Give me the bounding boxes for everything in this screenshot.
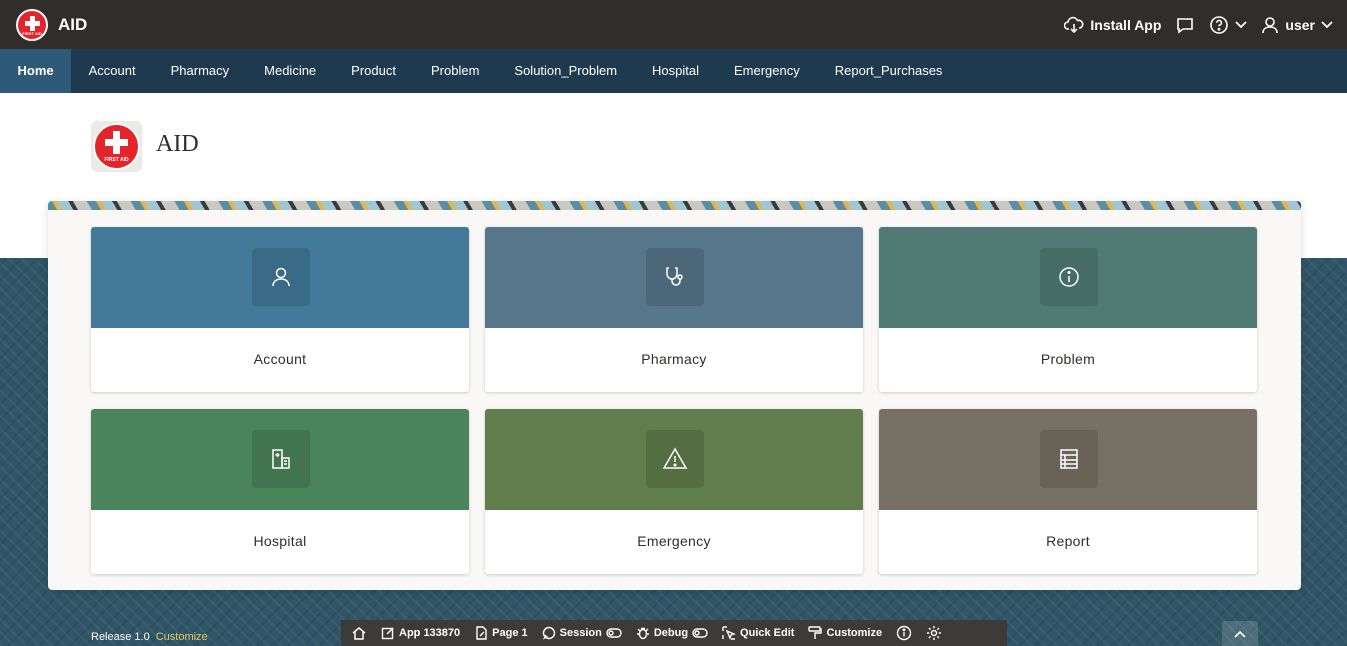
- nav-item-solution-problem[interactable]: Solution_Problem: [497, 49, 635, 93]
- card-label: Pharmacy: [641, 351, 707, 367]
- cloud-download-icon: [1064, 16, 1084, 33]
- dev-quick-edit-button[interactable]: Quick Edit: [722, 626, 794, 640]
- top-header: FIRST AID AID Install App user: [0, 0, 1347, 49]
- session-icon: [542, 626, 555, 640]
- dev-quick-edit-label: Quick Edit: [740, 627, 795, 639]
- card-hospital[interactable]: Hospital: [91, 409, 469, 574]
- card-pharmacy[interactable]: Pharmacy: [485, 227, 863, 392]
- nav-item-medicine[interactable]: Medicine: [247, 49, 334, 93]
- feedback-button[interactable]: [1175, 16, 1195, 34]
- user-menu-button[interactable]: user: [1261, 16, 1333, 34]
- release-version: Release 1.0: [91, 631, 150, 643]
- card-icon-box: [252, 430, 310, 488]
- nav-item-problem[interactable]: Problem: [413, 49, 496, 93]
- edit-icon: [381, 627, 394, 640]
- card-icon-box: [1040, 430, 1098, 488]
- nav-item-hospital[interactable]: Hospital: [635, 49, 717, 93]
- user-label: user: [1285, 16, 1315, 33]
- nav-item-product[interactable]: Product: [334, 49, 414, 93]
- chevron-up-icon: [1234, 630, 1246, 638]
- help-icon: [1210, 15, 1229, 34]
- card-icon-box: [1040, 248, 1098, 306]
- nav-item-report-purchases[interactable]: Report_Purchases: [817, 49, 960, 93]
- chevron-down-icon: [1235, 20, 1248, 28]
- app-logo[interactable]: FIRST AID: [16, 8, 48, 41]
- chevron-down-icon: [1321, 20, 1333, 28]
- install-app-button[interactable]: Install App: [1064, 16, 1161, 34]
- card-label: Hospital: [253, 533, 307, 549]
- card-report[interactable]: Report: [879, 409, 1257, 574]
- cursor-select-icon: [722, 626, 737, 640]
- dev-page-button[interactable]: Page 1: [474, 626, 528, 640]
- card-label: Problem: [1040, 351, 1096, 367]
- chat-icon: [1177, 17, 1194, 34]
- gear-icon: [927, 626, 942, 640]
- card-account[interactable]: Account: [91, 227, 469, 392]
- app-title[interactable]: AID: [58, 15, 87, 35]
- stethoscope-icon: [666, 267, 683, 286]
- dev-session-label: Session: [559, 627, 602, 639]
- dev-app-button[interactable]: App 133870: [381, 626, 460, 640]
- logo-text: FIRST AID: [22, 30, 42, 36]
- card-label: Account: [253, 351, 307, 367]
- nav-item-emergency[interactable]: Emergency: [717, 49, 818, 93]
- nav-item-home[interactable]: Home: [0, 49, 72, 93]
- card-icon-box: [252, 248, 310, 306]
- dev-settings-button[interactable]: [926, 625, 942, 641]
- install-app-label: Install App: [1090, 16, 1162, 33]
- user-icon: [1262, 16, 1279, 33]
- info-icon: [1059, 267, 1079, 287]
- nav-item-account[interactable]: Account: [71, 49, 153, 93]
- bug-icon: [636, 627, 649, 640]
- cards-region: Account Pharmacy Problem Hospital Emerge…: [48, 201, 1301, 590]
- scroll-to-top-button[interactable]: [1222, 621, 1258, 646]
- card-label: Report: [1046, 533, 1090, 549]
- customize-link[interactable]: Customize: [156, 631, 208, 643]
- toggle-icon: [692, 628, 708, 638]
- dev-debug-label: Debug: [653, 627, 689, 639]
- home-icon: [352, 627, 366, 640]
- page-logo-text: FIRST AID: [104, 157, 129, 163]
- dev-session-button[interactable]: Session: [542, 626, 622, 640]
- dev-customize-label: Customize: [826, 627, 883, 639]
- warning-icon: [662, 447, 688, 469]
- main-navigation: Home Account Pharmacy Medicine Product P…: [0, 49, 1347, 93]
- report-icon: [1060, 449, 1078, 469]
- card-label: Emergency: [637, 533, 711, 549]
- card-problem[interactable]: Problem: [879, 227, 1257, 392]
- card-icon-box: [646, 430, 704, 488]
- nav-item-pharmacy[interactable]: Pharmacy: [153, 49, 247, 93]
- dev-info-button[interactable]: [896, 625, 912, 641]
- paint-roller-icon: [808, 626, 823, 639]
- release-info: Release 1.0 Customize: [91, 631, 208, 643]
- card-emergency[interactable]: Emergency: [485, 409, 863, 574]
- developer-toolbar: App 133870 Page 1 Session Debug Quick Ed…: [341, 620, 1007, 646]
- card-icon-box: [646, 248, 704, 306]
- dev-debug-button[interactable]: Debug: [636, 626, 708, 640]
- user-icon: [272, 267, 290, 287]
- dev-app-label: App 133870: [399, 627, 461, 639]
- help-menu-button[interactable]: [1209, 15, 1248, 35]
- hospital-icon: [272, 449, 290, 469]
- page-edit-icon: [476, 626, 487, 640]
- info-icon: [896, 625, 912, 641]
- toggle-icon: [606, 628, 622, 638]
- page-title: AID: [156, 131, 199, 157]
- decorative-strip: [48, 201, 1301, 210]
- dev-customize-button[interactable]: Customize: [808, 626, 882, 640]
- page-logo: FIRST AID: [91, 121, 142, 172]
- dev-home-button[interactable]: [351, 626, 367, 640]
- dev-page-label: Page 1: [492, 627, 528, 639]
